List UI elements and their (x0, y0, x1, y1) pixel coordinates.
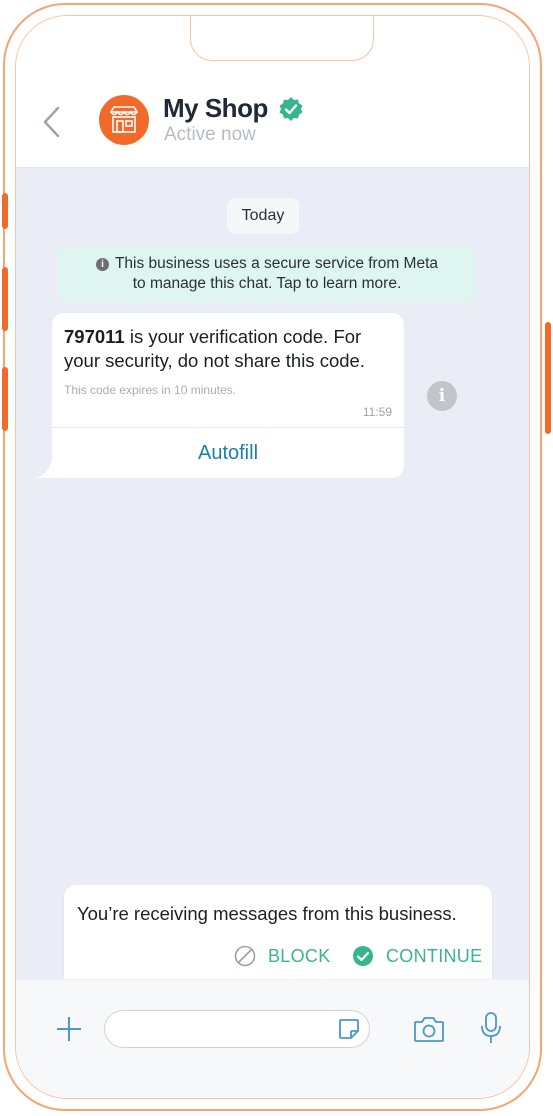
notice-line-2: to manage this chat. Tap to learn more. (132, 275, 402, 292)
autofill-button[interactable]: Autofill (52, 429, 404, 477)
verification-code[interactable]: 797011 (64, 326, 125, 347)
chat-area[interactable]: Today i This business uses a secure servi… (16, 168, 529, 989)
message-time: 11:59 (362, 405, 392, 419)
expiry-note: This code expires in 10 minutes. (64, 383, 237, 397)
phone-frame: My Shop Active now Today i This business … (3, 3, 542, 1111)
banner-text: You’re receiving messages from this busi… (77, 903, 457, 924)
sticker-icon[interactable] (337, 1017, 361, 1041)
phone-notch (190, 16, 374, 61)
notice-line-1: This business uses a secure service from… (114, 255, 439, 272)
side-button (2, 367, 8, 431)
input-bar (16, 979, 529, 1098)
business-banner: You’re receiving messages from this busi… (64, 885, 492, 989)
message-text: 797011 is your verification code. For yo… (64, 325, 394, 373)
chat-header: My Shop Active now (16, 16, 529, 168)
plus-icon[interactable] (54, 1014, 84, 1044)
back-chevron-icon[interactable] (40, 104, 62, 140)
date-separator: Today (227, 198, 299, 234)
check-circle-icon (353, 946, 373, 966)
message-input[interactable] (104, 1010, 370, 1048)
side-button (2, 267, 8, 331)
avatar[interactable] (99, 95, 149, 145)
camera-icon[interactable] (413, 1015, 445, 1043)
verified-badge-icon (279, 97, 303, 121)
shop-name: My Shop (163, 93, 268, 123)
continue-label: CONTINUE (386, 945, 483, 966)
message-bubble: 797011 is your verification code. For yo… (36, 313, 404, 478)
phone-screen: My Shop Active now Today i This business … (15, 15, 530, 1099)
microphone-icon[interactable] (480, 1011, 502, 1045)
divider (52, 427, 404, 428)
continue-button[interactable]: CONTINUE (352, 945, 482, 967)
block-button[interactable]: BLOCK (234, 945, 331, 967)
presence-status: Active now (164, 124, 256, 145)
info-icon: i (95, 258, 109, 271)
store-icon (109, 106, 139, 133)
security-notice[interactable]: i This business uses a secure service fro… (58, 246, 476, 302)
block-label: BLOCK (268, 945, 331, 966)
info-icon[interactable]: i (427, 381, 457, 411)
side-button (545, 322, 551, 434)
side-button (2, 193, 8, 229)
block-icon (234, 945, 256, 967)
